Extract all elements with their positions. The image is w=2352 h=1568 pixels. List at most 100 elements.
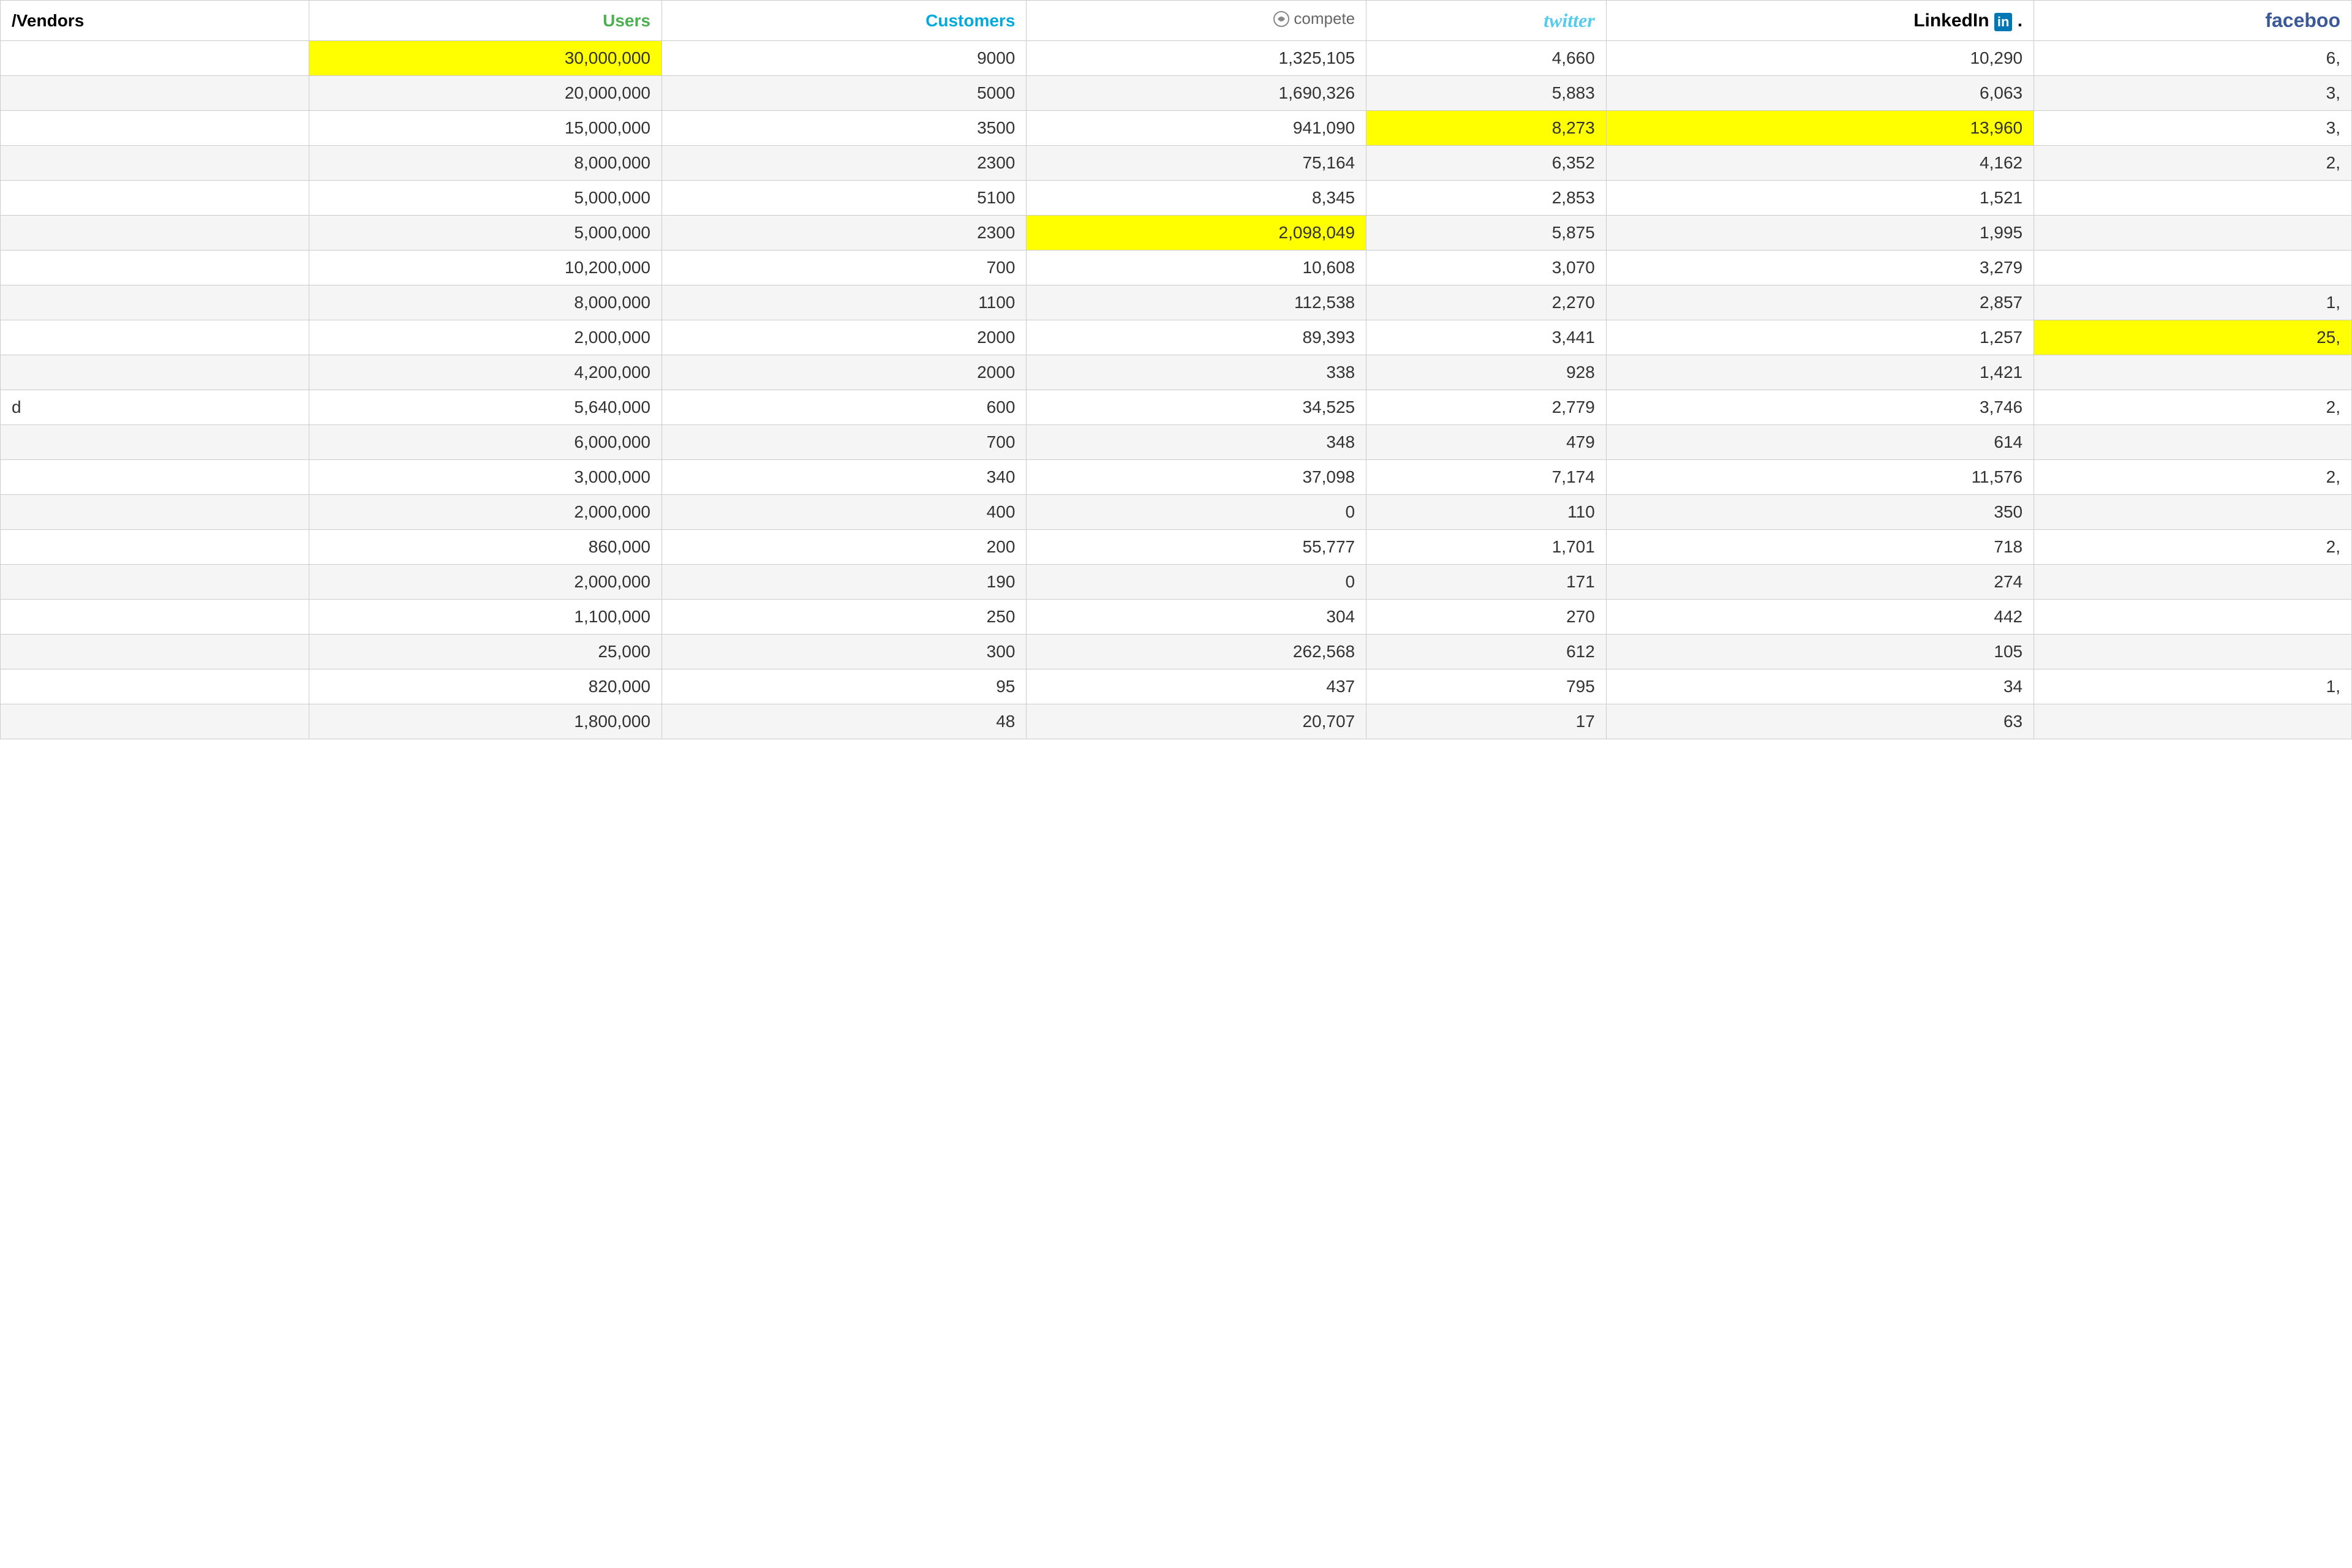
table-cell: 6,000,000 [309, 425, 662, 460]
table-cell: 20,000,000 [309, 76, 662, 111]
table-body: 30,000,00090001,325,1054,66010,2906,20,0… [1, 41, 2352, 739]
table-cell [1, 251, 309, 285]
table-cell: 95 [662, 669, 1026, 704]
twitter-header: twitter [1366, 1, 1607, 41]
customers-header: Customers [662, 1, 1026, 41]
table-cell: 10,200,000 [309, 251, 662, 285]
table-cell: 105 [1606, 635, 2034, 669]
table-row: 8,000,0001100112,5382,2702,8571, [1, 285, 2352, 320]
table-cell: 700 [662, 425, 1026, 460]
table-cell: 5,000,000 [309, 181, 662, 216]
table-cell [2034, 635, 2352, 669]
users-header: Users [309, 1, 662, 41]
table-cell: 1100 [662, 285, 1026, 320]
table-cell: 110 [1366, 495, 1607, 530]
table-cell: d [1, 390, 309, 425]
table-cell [2034, 425, 2352, 460]
table-cell: 270 [1366, 600, 1607, 635]
table-cell [1, 146, 309, 181]
table-cell: 795 [1366, 669, 1607, 704]
table-cell: 860,000 [309, 530, 662, 565]
table-cell: 3500 [662, 111, 1026, 146]
table-cell: 17 [1366, 704, 1607, 739]
table-cell [1, 565, 309, 600]
table-cell [2034, 216, 2352, 251]
table-cell: 3,441 [1366, 320, 1607, 355]
table-cell: 300 [662, 635, 1026, 669]
table-cell: 11,576 [1606, 460, 2034, 495]
table-cell: 2,857 [1606, 285, 2034, 320]
table-cell: 3,070 [1366, 251, 1607, 285]
table-cell: 3, [2034, 76, 2352, 111]
table-cell: 190 [662, 565, 1026, 600]
table-cell: 3,279 [1606, 251, 2034, 285]
table-cell: 2,853 [1366, 181, 1607, 216]
table-cell [2034, 251, 2352, 285]
table-cell: 1, [2034, 669, 2352, 704]
table-cell: 2300 [662, 146, 1026, 181]
table-cell: 13,960 [1606, 111, 2034, 146]
table-cell: 4,200,000 [309, 355, 662, 390]
table-cell: 5,875 [1366, 216, 1607, 251]
table-cell [2034, 600, 2352, 635]
table-cell: 2,098,049 [1027, 216, 1366, 251]
table-row: 6,000,000700348479614 [1, 425, 2352, 460]
table-cell: 400 [662, 495, 1026, 530]
table-cell: 63 [1606, 704, 2034, 739]
table-cell [1, 669, 309, 704]
data-table: /Vendors Users Customers compete twitter [0, 0, 2352, 739]
table-cell [1, 111, 309, 146]
table-row: 3,000,00034037,0987,17411,5762, [1, 460, 2352, 495]
table-cell: 2, [2034, 530, 2352, 565]
table-cell: 48 [662, 704, 1026, 739]
table-cell: 442 [1606, 600, 2034, 635]
table-cell: 3,746 [1606, 390, 2034, 425]
table-cell: 2, [2034, 146, 2352, 181]
table-row: 5,000,00023002,098,0495,8751,995 [1, 216, 2352, 251]
table-cell [1, 355, 309, 390]
table-row: 820,00095437795341, [1, 669, 2352, 704]
table-row: 2,000,0004000110350 [1, 495, 2352, 530]
table-cell: 8,000,000 [309, 146, 662, 181]
table-cell: 9000 [662, 41, 1026, 76]
table-row: 1,800,0004820,7071763 [1, 704, 2352, 739]
table-cell [1, 704, 309, 739]
table-cell [2034, 355, 2352, 390]
table-cell: 0 [1027, 565, 1366, 600]
table-cell: 479 [1366, 425, 1607, 460]
table-cell: 4,162 [1606, 146, 2034, 181]
table-cell [1, 635, 309, 669]
table-cell: 1,257 [1606, 320, 2034, 355]
table-cell: 3,000,000 [309, 460, 662, 495]
compete-logo-icon [1273, 10, 1290, 28]
table-cell: 6,063 [1606, 76, 2034, 111]
table-cell: 250 [662, 600, 1026, 635]
linkedin-in-badge: in [1994, 13, 2013, 31]
table-cell: 304 [1027, 600, 1366, 635]
table-cell: 10,290 [1606, 41, 2034, 76]
table-cell: 1,325,105 [1027, 41, 1366, 76]
table-cell [1, 495, 309, 530]
table-row: 20,000,00050001,690,3265,8836,0633, [1, 76, 2352, 111]
header-row: /Vendors Users Customers compete twitter [1, 1, 2352, 41]
table-cell: 6,352 [1366, 146, 1607, 181]
table-cell: 20,707 [1027, 704, 1366, 739]
table-cell: 820,000 [309, 669, 662, 704]
table-cell: 350 [1606, 495, 2034, 530]
table-cell: 612 [1366, 635, 1607, 669]
table-cell: 5000 [662, 76, 1026, 111]
table-cell [2034, 565, 2352, 600]
table-row: 15,000,0003500941,0908,27313,9603, [1, 111, 2352, 146]
table-cell: 25, [2034, 320, 2352, 355]
table-row: 4,200,00020003389281,421 [1, 355, 2352, 390]
table-cell: 928 [1366, 355, 1607, 390]
table-cell [1, 216, 309, 251]
table-row: 2,000,000200089,3933,4411,25725, [1, 320, 2352, 355]
table-row: d5,640,00060034,5252,7793,7462, [1, 390, 2352, 425]
table-cell [1, 600, 309, 635]
table-cell: 5,883 [1366, 76, 1607, 111]
table-cell [1, 320, 309, 355]
table-cell: 75,164 [1027, 146, 1366, 181]
table-cell: 34 [1606, 669, 2034, 704]
table-cell: 340 [662, 460, 1026, 495]
